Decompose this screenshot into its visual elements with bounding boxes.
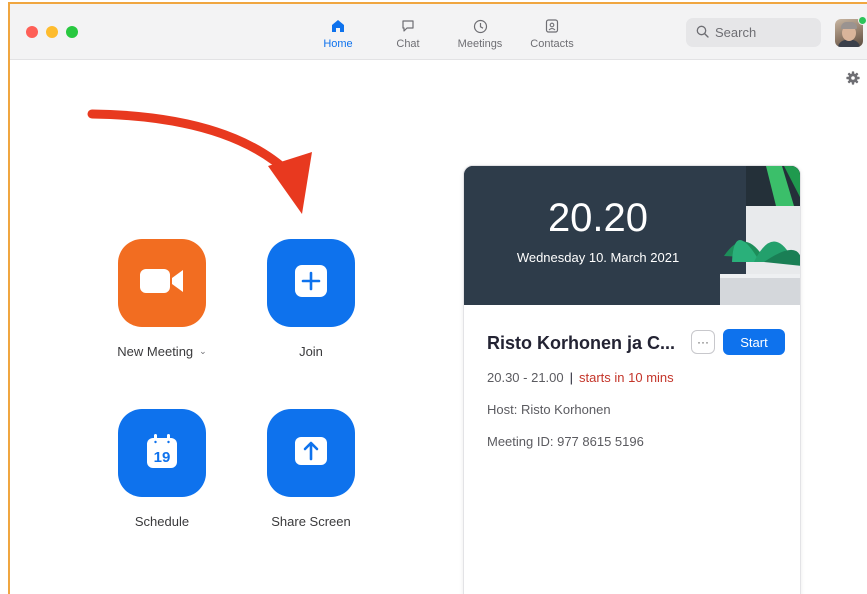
- home-icon: [328, 16, 348, 36]
- meeting-time-separator: |: [569, 370, 574, 385]
- share-screen-label: Share Screen: [271, 514, 351, 529]
- contact-card-icon: [542, 16, 562, 36]
- arrow-up-icon: [293, 435, 329, 472]
- meeting-title[interactable]: Risto Korhonen ja C...: [487, 333, 675, 354]
- clock-icon: [470, 16, 490, 36]
- upcoming-meeting-card: 20.20 Wednesday 10. March 2021 Risto Kor…: [463, 165, 801, 594]
- zoom-window: Home Chat Meetings Contacts Search New M…: [8, 2, 867, 594]
- zoom-window-button[interactable]: [66, 26, 78, 38]
- new-meeting-label: New Meeting: [117, 344, 194, 359]
- chevron-down-icon[interactable]: ⌄: [199, 346, 207, 357]
- close-window-button[interactable]: [26, 26, 38, 38]
- share-screen-button[interactable]: [267, 409, 355, 497]
- plus-icon: [293, 263, 329, 304]
- schedule-label: Schedule: [134, 514, 190, 529]
- starts-in-label: starts in 10 mins: [579, 370, 674, 385]
- tab-meetings-label: Meetings: [457, 38, 503, 50]
- calendar-icon: 19: [144, 432, 180, 475]
- tab-chat[interactable]: Chat: [376, 16, 440, 56]
- meeting-id: Meeting ID: 977 8615 5196: [487, 434, 644, 449]
- share-screen-action: Share Screen: [241, 409, 381, 529]
- current-time: 20.20: [547, 196, 649, 240]
- new-meeting-button[interactable]: [118, 239, 206, 327]
- minimize-window-button[interactable]: [46, 26, 58, 38]
- meeting-time-range: 20.30 - 21.00: [487, 370, 564, 385]
- annotation-arrow-icon: [87, 109, 312, 214]
- chat-bubble-icon: [398, 16, 418, 36]
- start-button[interactable]: Start: [723, 329, 785, 355]
- search-box[interactable]: [686, 18, 821, 47]
- current-date: Wednesday 10. March 2021: [516, 250, 680, 265]
- meeting-card-header: 20.20 Wednesday 10. March 2021: [464, 166, 800, 305]
- tab-home-label: Home: [323, 38, 353, 50]
- meeting-time-line: 20.30 - 21.00 | starts in 10 mins: [487, 370, 674, 385]
- video-camera-icon: [138, 265, 186, 302]
- online-status-dot: [858, 16, 867, 25]
- join-button[interactable]: [267, 239, 355, 327]
- tab-chat-label: Chat: [396, 38, 420, 50]
- calendar-day-number: 19: [154, 449, 171, 466]
- tab-meetings[interactable]: Meetings: [448, 16, 512, 56]
- search-input[interactable]: [715, 25, 805, 40]
- join-label: Join: [299, 344, 323, 359]
- search-icon: [696, 25, 709, 41]
- title-bar: Home Chat Meetings Contacts: [10, 4, 867, 60]
- schedule-button[interactable]: 19: [118, 409, 206, 497]
- tab-contacts-label: Contacts: [530, 38, 574, 50]
- more-options-button[interactable]: ···: [691, 330, 715, 354]
- join-action: Join: [241, 239, 381, 359]
- tab-home[interactable]: Home: [306, 16, 370, 56]
- gear-icon[interactable]: [845, 70, 861, 86]
- schedule-action: 19 Schedule: [92, 409, 232, 529]
- new-meeting-action: New Meeting ⌄: [92, 239, 232, 359]
- tab-contacts[interactable]: Contacts: [520, 16, 584, 56]
- meeting-host: Host: Risto Korhonen: [487, 402, 611, 417]
